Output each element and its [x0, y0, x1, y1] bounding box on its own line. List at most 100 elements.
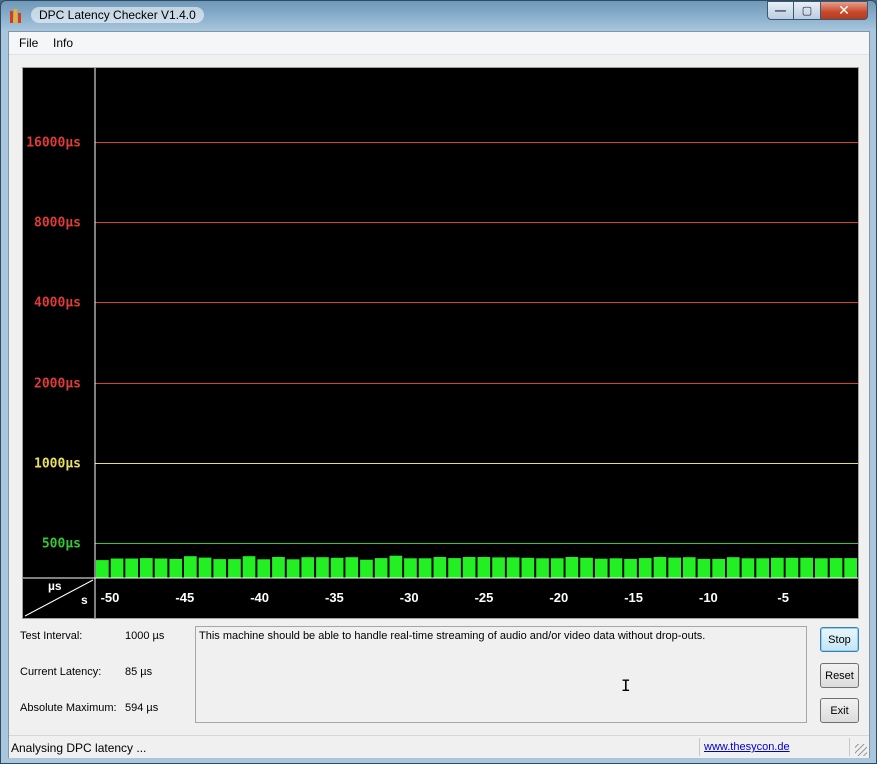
- menu-file[interactable]: File: [19, 36, 38, 50]
- status-text: Analysing DPC latency ...: [11, 741, 147, 755]
- status-divider: [699, 738, 700, 756]
- current-latency-value: 85 µs: [125, 666, 153, 678]
- y-tick-label: 4000µs: [34, 296, 81, 311]
- exit-button[interactable]: Exit: [820, 698, 859, 723]
- x-tick-label: -45: [175, 590, 194, 605]
- latency-bar: [521, 557, 535, 578]
- latency-bar: [374, 558, 388, 578]
- latency-bar: [815, 558, 828, 578]
- y-tick-label: 8000µs: [34, 216, 81, 231]
- app-icon: [10, 9, 26, 23]
- latency-bar: [389, 555, 403, 578]
- latency-bar: [829, 558, 843, 578]
- latency-bar: [477, 557, 491, 578]
- x-tick-label: -25: [475, 590, 494, 605]
- latency-bar: [756, 558, 769, 578]
- latency-bar: [580, 557, 593, 578]
- latency-bar: [169, 558, 183, 578]
- latency-bar: [800, 557, 813, 578]
- latency-bar: [140, 558, 153, 578]
- latency-chart-svg: 16000µs8000µs4000µs2000µs1000µs500µs µs …: [23, 68, 858, 618]
- test-interval-label: Test Interval:: [20, 630, 83, 642]
- x-tick-label: -30: [400, 590, 419, 605]
- x-unit-label: s: [81, 593, 88, 607]
- latency-bar: [682, 557, 696, 578]
- latency-bar: [506, 557, 520, 578]
- latency-bar: [360, 559, 373, 578]
- x-tick-label: -50: [101, 590, 120, 605]
- latency-bar: [653, 557, 667, 578]
- close-button[interactable]: ✕: [821, 1, 868, 20]
- status-bar: Analysing DPC latency ... www.thesycon.d…: [9, 735, 869, 758]
- maximize-button[interactable]: ▢: [794, 1, 821, 20]
- latency-bar: [110, 558, 124, 578]
- latency-bar: [257, 559, 271, 578]
- app-window: DPC Latency Checker V1.4.0 — ▢ ✕ File In…: [0, 0, 877, 764]
- text-cursor-icon: I: [621, 676, 631, 695]
- latency-bar: [624, 558, 637, 578]
- latency-bar: [213, 559, 227, 578]
- latency-bar: [594, 558, 608, 578]
- latency-bar: [536, 558, 549, 578]
- latency-bar: [712, 558, 725, 578]
- menu-info[interactable]: Info: [53, 36, 73, 50]
- latency-bar: [565, 557, 579, 578]
- latency-bar: [668, 557, 681, 578]
- y-tick-label: 16000µs: [26, 136, 81, 151]
- result-message-box[interactable]: This machine should be able to handle re…: [195, 626, 807, 723]
- latency-bar: [609, 558, 623, 578]
- latency-bar: [301, 557, 315, 578]
- minimize-button[interactable]: —: [767, 1, 794, 20]
- title-bar[interactable]: DPC Latency Checker V1.4.0 — ▢ ✕: [1, 1, 876, 31]
- absolute-maximum-value: 594 µs: [125, 702, 159, 714]
- latency-bar: [198, 557, 212, 578]
- y-unit-label: µs: [48, 579, 62, 593]
- y-tick-label: 2000µs: [34, 377, 81, 392]
- test-interval-value: 1000 µs: [125, 630, 165, 642]
- result-message: This machine should be able to handle re…: [199, 630, 706, 642]
- latency-bar: [316, 557, 329, 578]
- latency-bar: [448, 558, 461, 578]
- x-tick-label: -15: [624, 590, 643, 605]
- latency-bar: [345, 557, 359, 578]
- x-tick-label: -40: [250, 590, 269, 605]
- latency-bar: [844, 558, 857, 578]
- resize-grip-icon[interactable]: [855, 744, 867, 756]
- latency-bar: [125, 558, 138, 578]
- latency-bar: [286, 559, 300, 578]
- latency-bar: [404, 558, 417, 578]
- latency-bar: [96, 560, 109, 578]
- latency-chart: 16000µs 8000µs 4000µs 2000µs 1000µs 500µs µs …: [22, 67, 859, 619]
- latency-bar: [785, 557, 799, 578]
- latency-bar: [433, 557, 447, 578]
- x-tick-label: -35: [325, 590, 344, 605]
- x-tick-label: -5: [777, 590, 789, 605]
- reset-button[interactable]: Reset: [820, 663, 859, 688]
- latency-bar: [771, 557, 784, 578]
- latency-bar: [330, 557, 344, 578]
- x-tick-label: -20: [549, 590, 568, 605]
- status-divider: [849, 738, 850, 756]
- stop-button[interactable]: Stop: [820, 627, 859, 652]
- latency-bar: [184, 556, 197, 578]
- latency-bar: [697, 558, 711, 578]
- latency-bar: [741, 558, 755, 578]
- y-tick-label: 500µs: [42, 537, 81, 552]
- latency-bar: [726, 557, 740, 578]
- latency-bar: [550, 558, 564, 578]
- latency-bar: [492, 557, 505, 578]
- latency-bar: [242, 556, 256, 578]
- window-title: DPC Latency Checker V1.4.0: [31, 7, 204, 23]
- y-tick-label: 1000µs: [34, 457, 81, 472]
- latency-bar: [418, 558, 432, 578]
- current-latency-label: Current Latency:: [20, 666, 102, 678]
- latency-bar: [228, 559, 241, 578]
- website-link[interactable]: www.thesycon.de: [704, 741, 790, 753]
- latency-bar: [272, 557, 285, 578]
- latency-bar: [638, 558, 652, 578]
- menu-bar: File Info: [9, 32, 869, 55]
- latency-bar: [154, 558, 168, 578]
- absolute-maximum-label: Absolute Maximum:: [20, 702, 117, 714]
- x-tick-label: -10: [699, 590, 718, 605]
- latency-bar: [462, 557, 476, 578]
